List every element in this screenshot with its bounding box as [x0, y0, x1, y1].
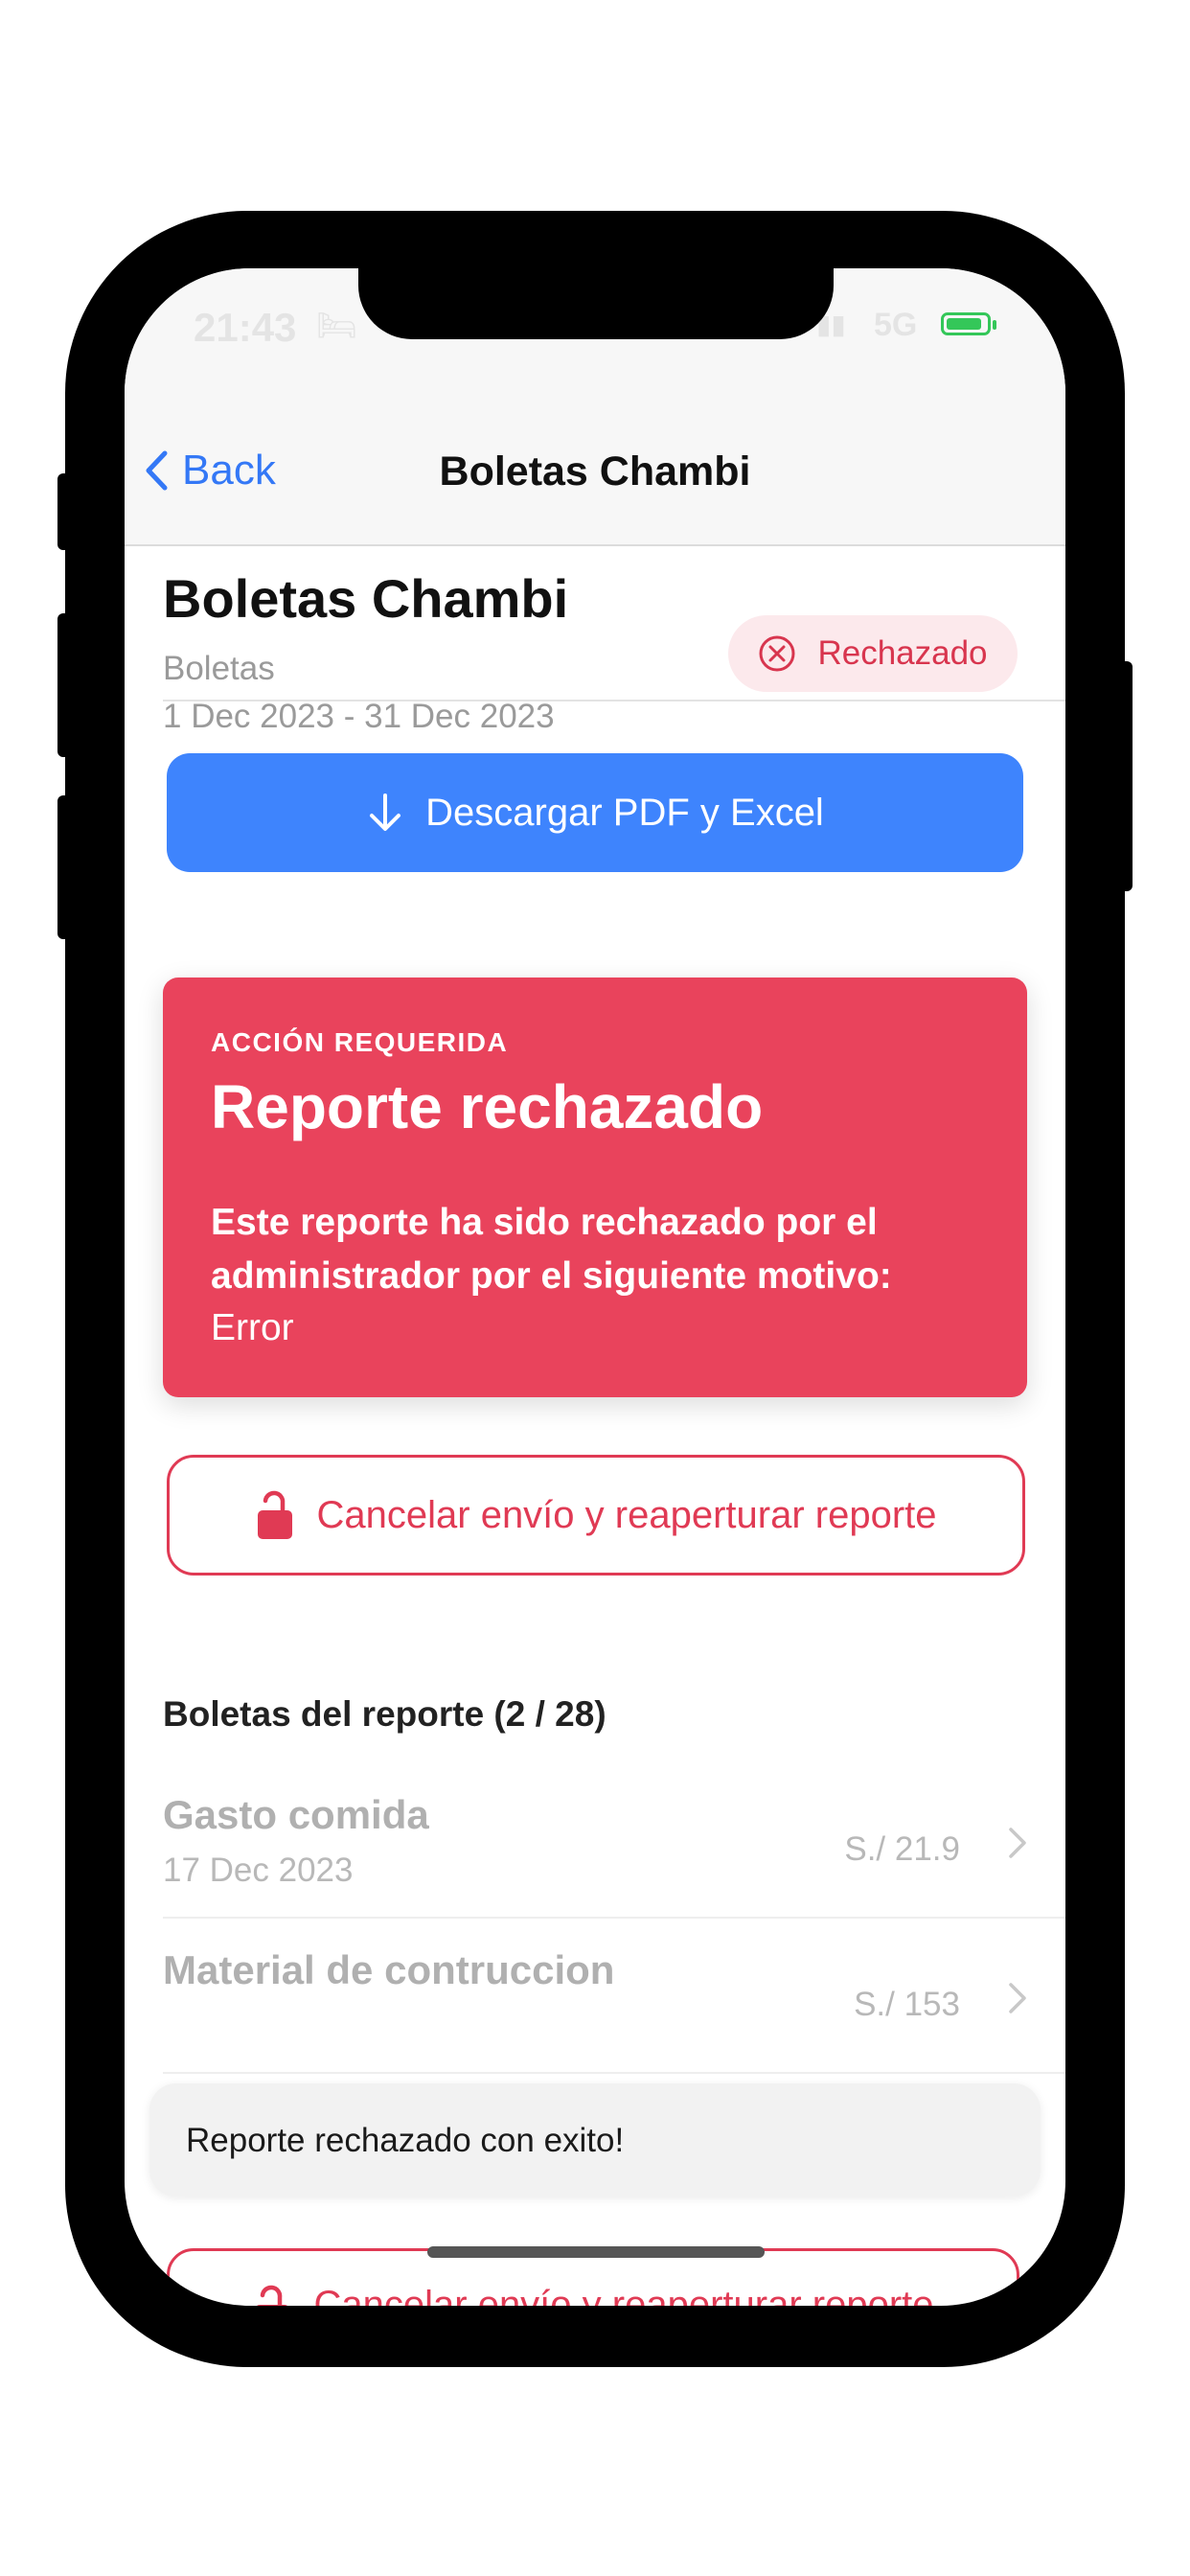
download-pdf-excel-button[interactable]: Descargar PDF y Excel [167, 753, 1023, 872]
power-button [1119, 661, 1133, 891]
reopen-label: Cancelar envío y reaperturar reporte [316, 1493, 937, 1536]
status-label: Rechazado [817, 634, 988, 672]
network-type: 5G [874, 307, 918, 343]
cancel-reopen-button[interactable]: Cancelar envío y reaperturar reporte [167, 1455, 1025, 1576]
chevron-right-icon [1009, 1828, 1026, 1858]
unlock-icon [256, 2285, 287, 2306]
list-item[interactable]: Material de contruccion S./ 153 [163, 1919, 1065, 2074]
receipt-amount: S./ 21.9 [844, 1830, 960, 1868]
alert-message: Este reporte ha sido rechazado por el ad… [211, 1202, 892, 1297]
mute-switch [57, 473, 71, 550]
alert-reason: Error [211, 1307, 294, 1348]
list-item[interactable]: Gasto comida 17 Dec 2023 S./ 21.9 [163, 1763, 1065, 1919]
sleep-focus-icon: 🛏 [316, 308, 358, 344]
volume-down-button [57, 795, 71, 939]
receipt-amount: S./ 153 [854, 1986, 960, 2023]
report-header: Boletas Chambi Boletas 1 Dec 2023 - 31 D… [163, 546, 1065, 735]
home-indicator[interactable] [427, 2246, 765, 2258]
battery-tip [993, 320, 996, 330]
nav-title: Boletas Chambi [439, 448, 751, 494]
chevron-right-icon [1009, 1983, 1026, 2013]
alert-title: Reporte rechazado [211, 1072, 764, 1141]
download-label: Descargar PDF y Excel [425, 791, 824, 834]
battery-level [947, 318, 981, 330]
toast-notification: Reporte rechazado con exito! [149, 2083, 1041, 2196]
receipt-name: Material de contruccion [163, 1947, 615, 1992]
volume-up-button [57, 613, 71, 757]
unlock-icon [257, 1490, 292, 1539]
report-date-range: 1 Dec 2023 - 31 Dec 2023 [163, 698, 555, 735]
receipt-date: 17 Dec 2023 [163, 1852, 354, 1889]
status-time: 21:43 [194, 305, 297, 350]
notch [358, 268, 834, 339]
toast-message: Reporte rechazado con exito! [186, 2122, 625, 2159]
status-badge: Rechazado [728, 615, 1018, 692]
reopen-label: Cancelar envío y reaperturar reporte [313, 2284, 934, 2306]
download-arrow-icon [370, 794, 401, 831]
alert-kicker: ACCIÓN REQUERIDA [211, 1027, 509, 1057]
report-title: Boletas Chambi [163, 568, 569, 629]
receipts-section-title: Boletas del reporte (2 / 28) [163, 1694, 606, 1734]
rejection-alert-card: ACCIÓN REQUERIDA Reporte rechazado Este … [163, 978, 1027, 1397]
phone-screen: 21:43 🛏 ▮▮ 5G Back Boletas Chambi Boleta… [125, 268, 1065, 2306]
navigation-bar: Back Boletas Chambi [125, 412, 1065, 546]
battery-icon [941, 312, 991, 335]
x-circle-icon [759, 635, 795, 672]
report-type: Boletas [163, 650, 275, 687]
receipt-name: Gasto comida [163, 1792, 429, 1837]
